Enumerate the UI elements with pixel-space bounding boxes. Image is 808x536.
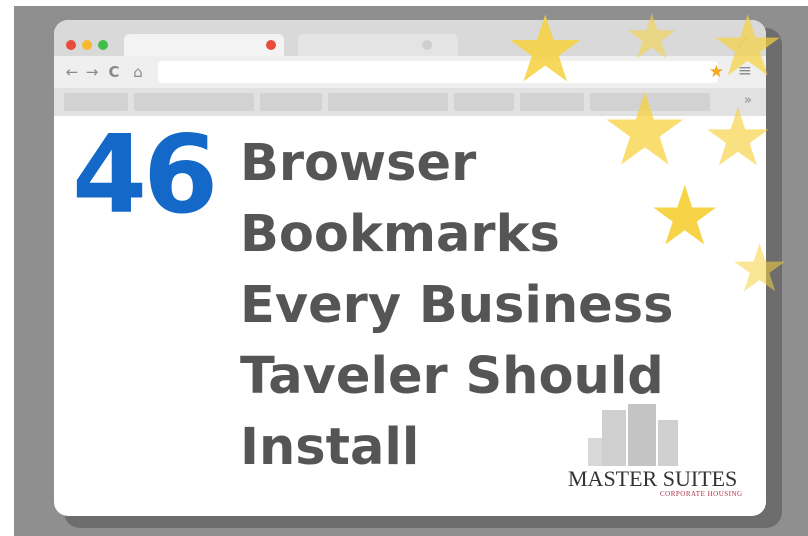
building-icon <box>588 438 602 466</box>
bookmark-item[interactable] <box>64 93 128 111</box>
building-icon <box>658 420 678 466</box>
bookmark-item[interactable] <box>134 93 254 111</box>
forward-icon[interactable]: → <box>84 63 100 81</box>
title-line: Taveler Should <box>240 347 664 406</box>
star-icon: ★ <box>624 0 680 73</box>
back-icon[interactable]: ← <box>64 63 80 81</box>
logo-name: MASTER SUITES <box>568 466 738 491</box>
star-icon: ★ <box>710 0 786 95</box>
building-icon <box>602 410 626 466</box>
star-icon: ★ <box>504 0 587 103</box>
title-line: Bookmarks <box>240 205 560 264</box>
tab-active[interactable] <box>124 34 284 56</box>
star-icon: ★ <box>600 71 690 188</box>
tab-close-icon[interactable] <box>266 40 276 50</box>
master-suites-logo: MASTER SUITES CORPORATE HOUSING <box>568 404 758 504</box>
home-icon[interactable]: ⌂ <box>130 63 146 81</box>
logo-tagline: CORPORATE HOUSING <box>660 490 743 498</box>
title-line: Every Business <box>240 276 674 335</box>
minimize-window-icon[interactable] <box>82 40 92 50</box>
bookmark-item[interactable] <box>328 93 448 111</box>
building-icon <box>628 404 656 466</box>
star-icon: ★ <box>648 169 722 264</box>
tab-inactive[interactable] <box>298 34 458 56</box>
tab-close-icon[interactable] <box>422 40 432 50</box>
bookmark-count: 46 <box>72 113 218 238</box>
bookmark-item[interactable] <box>260 93 322 111</box>
maximize-window-icon[interactable] <box>98 40 108 50</box>
reload-icon[interactable]: C <box>106 63 122 81</box>
star-icon: ★ <box>730 230 790 307</box>
star-icon: ★ <box>702 91 774 184</box>
close-window-icon[interactable] <box>66 40 76 50</box>
